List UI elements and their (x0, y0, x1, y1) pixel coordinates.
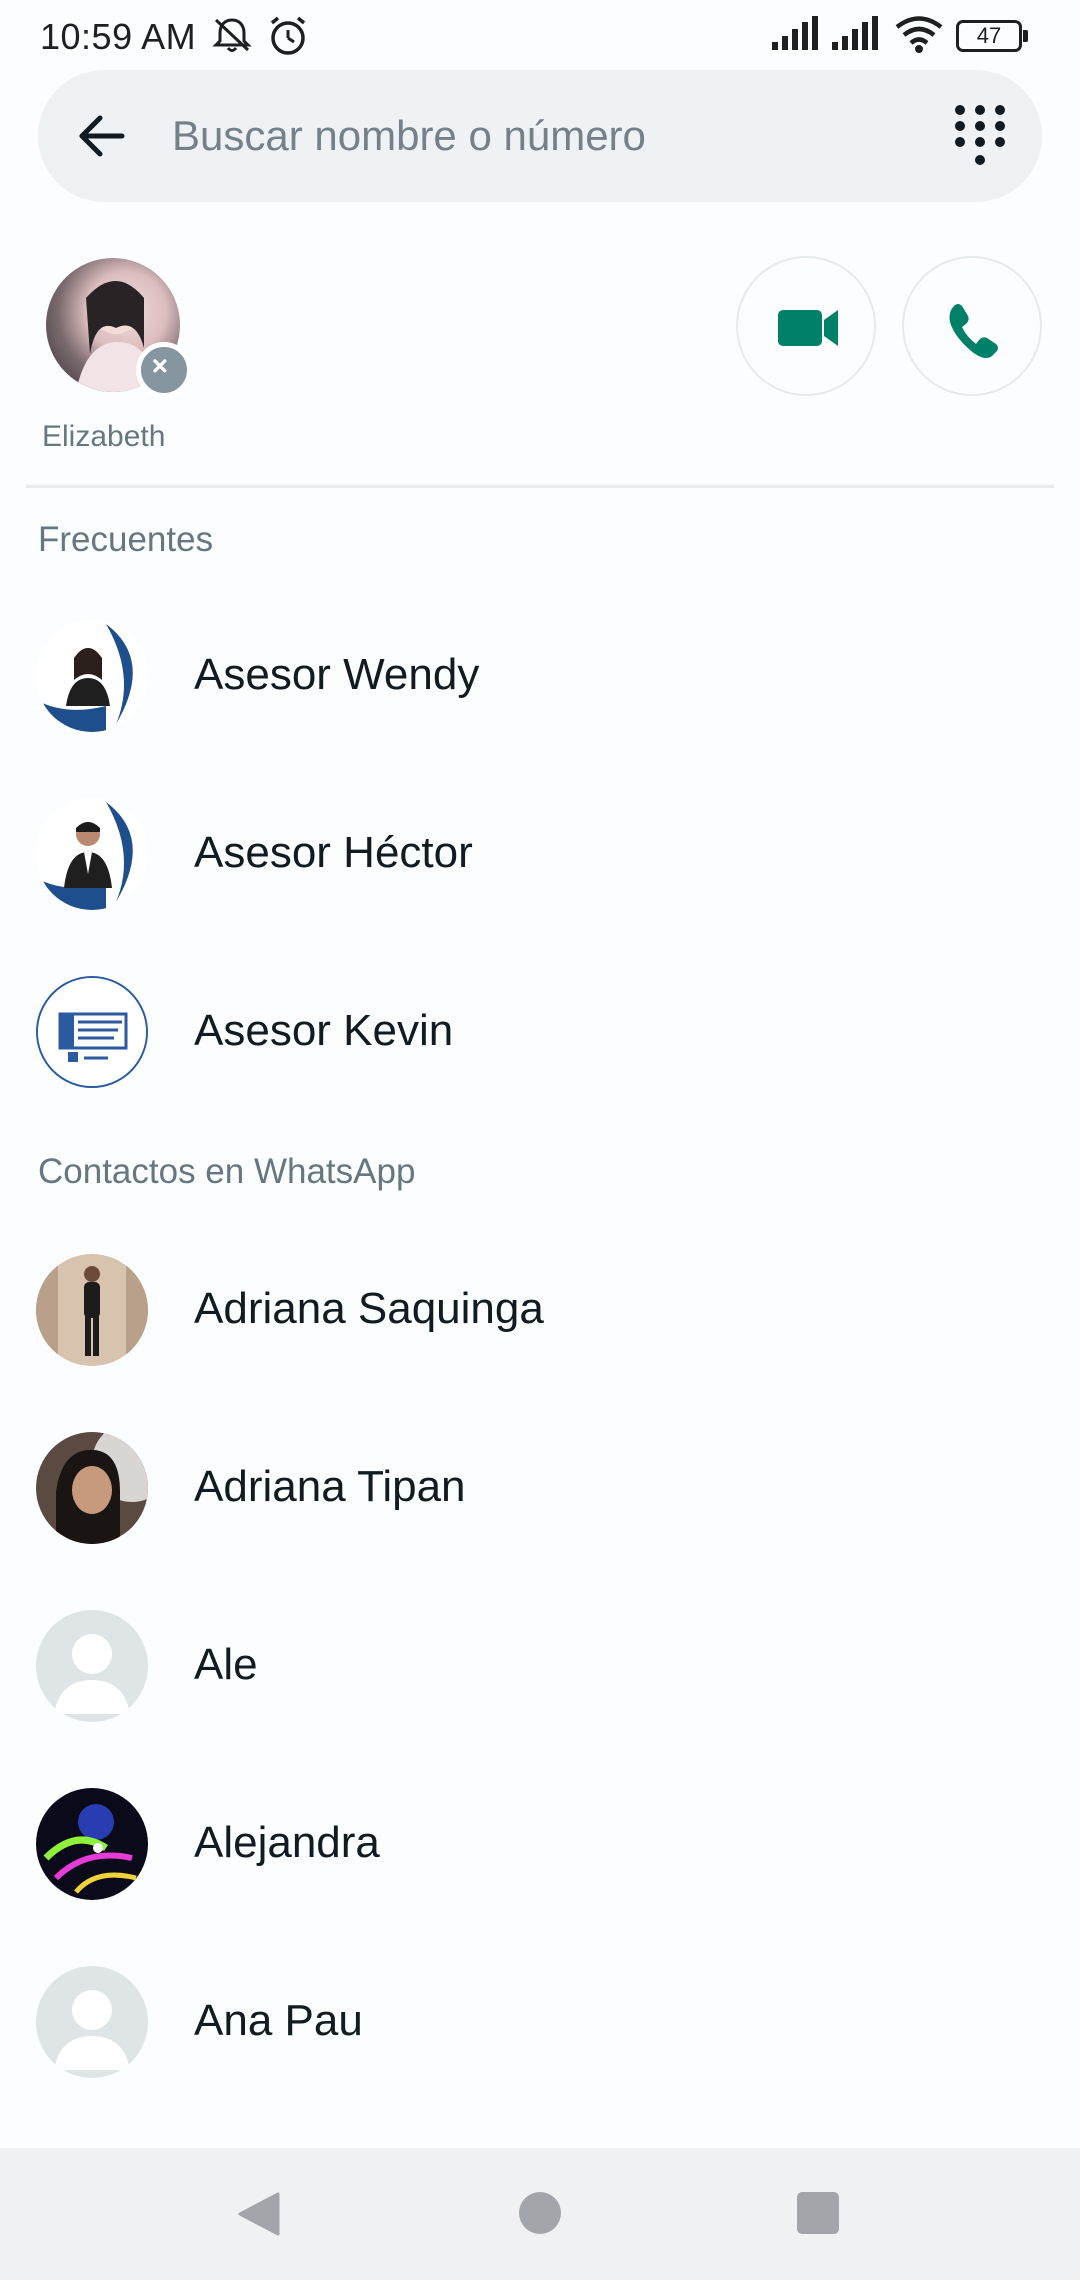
nav-home-icon[interactable] (519, 2192, 561, 2234)
avatar (36, 798, 148, 910)
back-arrow-icon[interactable] (74, 108, 130, 164)
voice-call-icon (949, 304, 998, 358)
dialpad-icon[interactable] (946, 102, 1014, 170)
status-time: 10:59 AM (40, 16, 197, 57)
contact-name: Asesor Kevin (194, 1006, 454, 1055)
avatar (36, 1966, 148, 2078)
list-item[interactable]: Asesor Héctor (0, 778, 1080, 928)
avatar (36, 620, 148, 732)
search-input[interactable] (172, 100, 932, 172)
default-avatar-icon (54, 1634, 130, 1714)
selected-contact[interactable]: Elizabeth (30, 254, 200, 464)
list-item[interactable]: Alejandra (0, 1768, 1080, 1918)
list-item[interactable]: Ale (0, 1590, 1080, 1740)
logo-avatar (38, 978, 146, 1086)
avatar (36, 1432, 148, 1544)
remove-icon[interactable] (136, 342, 192, 398)
alarm-icon (270, 16, 306, 55)
wifi-icon (895, 16, 943, 53)
avatar (36, 1788, 148, 1900)
list-item[interactable]: Asesor Kevin (0, 956, 1080, 1106)
list-item[interactable]: Adriana Tipan (0, 1412, 1080, 1562)
list-item[interactable]: Ana Pau (0, 1946, 1080, 2096)
list-item[interactable]: Asesor Wendy (0, 600, 1080, 750)
video-call-button[interactable] (736, 256, 876, 396)
contact-name: Asesor Héctor (194, 828, 473, 877)
avatar-photo (36, 798, 148, 910)
avatar (36, 976, 148, 1088)
search-bar (38, 70, 1042, 202)
signal-icon-1 (772, 16, 818, 50)
contact-name: Ale (194, 1640, 258, 1689)
nav-recents-icon[interactable] (797, 2192, 839, 2234)
default-avatar-icon (54, 1990, 130, 2070)
divider (26, 485, 1054, 488)
muted-bell-icon (212, 18, 252, 52)
contact-name: Adriana Saquinga (194, 1284, 544, 1333)
avatar-photo (36, 1254, 148, 1366)
selected-contact-name: Elizabeth (42, 420, 166, 453)
section-title-contacts: Contactos en WhatsApp (38, 1152, 416, 1191)
list-item[interactable]: Adriana Saquinga (0, 1234, 1080, 1384)
video-call-icon (778, 310, 838, 346)
nav-back-icon[interactable] (238, 2192, 280, 2236)
voice-call-button[interactable] (902, 256, 1042, 396)
avatar-photo (36, 620, 148, 732)
signal-icon-2 (832, 16, 878, 50)
battery-tip (1023, 30, 1028, 42)
avatar-photo (36, 1788, 148, 1900)
contact-name: Asesor Wendy (194, 650, 480, 699)
contact-name: Ana Pau (194, 1996, 363, 2045)
contact-name: Adriana Tipan (194, 1462, 466, 1511)
avatar (36, 1610, 148, 1722)
contact-name: Alejandra (194, 1818, 380, 1867)
new-call-screen: 10:59 AM 47 Buscar nombre o número Eliza… (0, 0, 1080, 2280)
avatar-photo (36, 1432, 148, 1544)
system-nav-bar (0, 2148, 1080, 2280)
battery-icon: 47 (956, 20, 1022, 52)
status-bar: 10:59 AM 47 (0, 0, 1080, 70)
section-title-frequent: Frecuentes (38, 520, 214, 559)
battery-level: 47 (976, 23, 1002, 48)
avatar (36, 1254, 148, 1366)
